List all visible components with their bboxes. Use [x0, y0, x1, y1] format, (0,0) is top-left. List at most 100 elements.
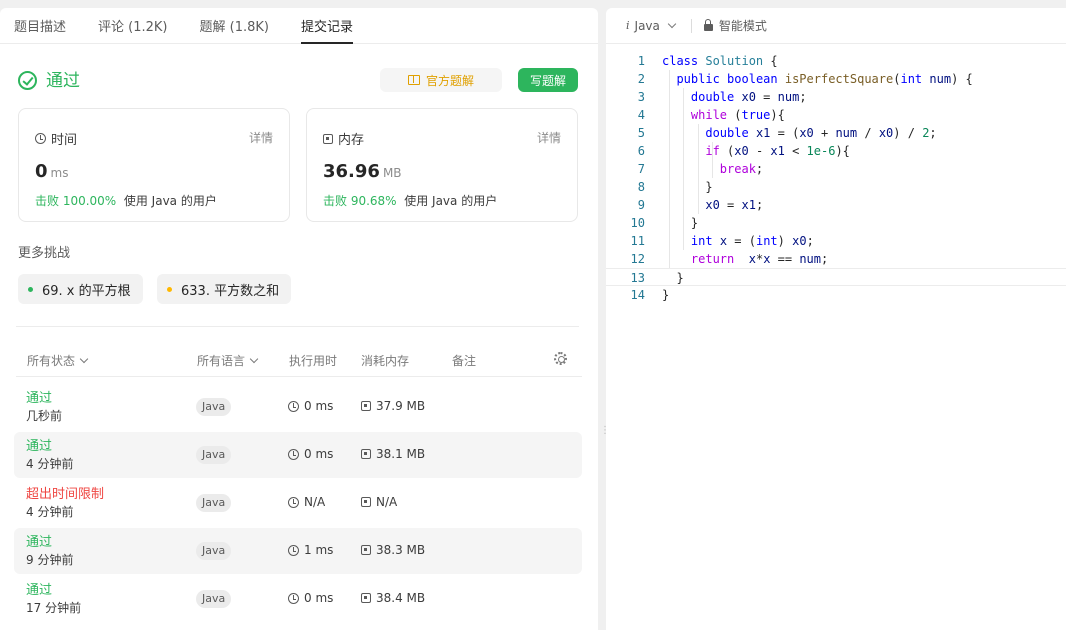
- submission-time: 4 分钟前: [26, 505, 74, 519]
- tab-solutions[interactable]: 题解 (1.8K): [200, 8, 269, 43]
- smart-mode-toggle[interactable]: 智能模式: [719, 17, 767, 34]
- line-number: 5: [637, 126, 645, 140]
- code-line: 1 class Solution {: [606, 52, 1066, 70]
- submission-status[interactable]: 通过: [26, 579, 52, 598]
- line-number: 8: [637, 180, 645, 194]
- code-line: 12 return x*x == num;: [606, 250, 1066, 268]
- official-solution-label: 官方题解: [425, 73, 474, 88]
- memory-detail-link[interactable]: 详情: [537, 129, 561, 146]
- difficulty-dot: [28, 286, 33, 292]
- code-line: 9 x0 = x1;: [606, 196, 1066, 214]
- code-editor-panel: i Java 智能模式 1 class Solution { 2 public bo…: [606, 8, 1066, 630]
- submission-status[interactable]: 通过: [26, 531, 52, 550]
- runtime-card-title: 时间: [51, 133, 78, 148]
- line-number: 13: [630, 271, 645, 285]
- indent-guide: [697, 124, 699, 214]
- line-number: 12: [630, 252, 645, 266]
- code-line: 4 while (true){: [606, 106, 1066, 124]
- runtime-card[interactable]: 时间 详情 0 ms 击败 100.00% 使用 Java 的用户: [18, 108, 290, 222]
- line-number: 4: [637, 108, 645, 122]
- code-line: 13 }: [606, 268, 1066, 286]
- table-row[interactable]: 通过 几秒前 Java 0 ms 37.9 MB: [14, 384, 582, 430]
- code-line: 6 if (x0 - x1 < 1e-6){: [606, 142, 1066, 160]
- clock-icon: [35, 133, 46, 144]
- language-badge: Java: [196, 494, 232, 512]
- result-header: 通过 官方题解 写题解: [18, 68, 578, 94]
- code-text: }: [662, 271, 684, 285]
- clock-icon: [288, 544, 299, 556]
- memory-column-header: 消耗内存: [361, 354, 410, 368]
- code-area[interactable]: 1 class Solution { 2 public boolean isPerf…: [606, 52, 1066, 304]
- code-line: 5 double x1 = (x0 + num / x0) / 2;: [606, 124, 1066, 142]
- line-number: 9: [637, 198, 645, 212]
- language-label: Java: [634, 18, 660, 33]
- table-row[interactable]: 通过 9 分钟前 Java 1 ms 38.3 MB: [14, 528, 582, 574]
- code-text: }: [662, 216, 699, 230]
- table-row[interactable]: 通过 4 分钟前 Java 0 ms 38.1 MB: [14, 432, 582, 478]
- divider: [16, 326, 579, 327]
- line-number: 2: [637, 72, 645, 86]
- chip-icon: [361, 401, 371, 411]
- challenge-link[interactable]: 69. x 的平方根: [18, 274, 143, 304]
- status-filter[interactable]: 所有状态: [27, 352, 89, 369]
- line-number: 3: [637, 90, 645, 104]
- language-filter[interactable]: 所有语言: [197, 352, 259, 369]
- resize-handle[interactable]: ⋮: [600, 426, 610, 446]
- memory-beat: 击败 90.68% 使用 Java 的用户: [323, 194, 498, 208]
- submission-time: 几秒前: [26, 409, 63, 423]
- code-text: int x = (int) x0;: [690, 234, 814, 248]
- code-line: 3 double x0 = num;: [606, 88, 1066, 106]
- chip-icon: [361, 449, 371, 459]
- gear-icon[interactable]: [554, 352, 567, 365]
- memory-cell: 37.9 MB: [361, 399, 425, 413]
- tab-comments[interactable]: 评论 (1.2K): [98, 8, 167, 43]
- code-text: double x1 = (x0 + num / x0) / 2;: [705, 126, 937, 140]
- code-text: if (x0 - x1 < 1e-6){: [705, 144, 850, 158]
- line-number: 6: [637, 144, 645, 158]
- memory-cell: N/A: [361, 495, 397, 509]
- clock-icon: [288, 448, 299, 460]
- submission-time: 9 分钟前: [26, 553, 74, 567]
- submission-status[interactable]: 超出时间限制: [26, 483, 104, 502]
- runtime-detail-link[interactable]: 详情: [249, 129, 273, 146]
- code-line: 14}: [606, 286, 1066, 304]
- divider: [690, 18, 692, 33]
- official-solution-button[interactable]: 官方题解: [380, 68, 502, 92]
- indent-guide: [669, 70, 670, 268]
- note-column-header: 备注: [452, 354, 477, 368]
- chevron-down-icon: [79, 354, 89, 364]
- submission-status[interactable]: 通过: [26, 387, 52, 406]
- table-row[interactable]: 通过 17 分钟前 Java 0 ms 38.4 MB: [14, 576, 582, 622]
- runtime-cell: 1 ms: [288, 543, 333, 557]
- tab-description[interactable]: 题目描述: [14, 8, 66, 43]
- line-number: 1: [637, 54, 645, 68]
- language-badge: Java: [196, 398, 232, 416]
- memory-card-title: 内存: [338, 133, 365, 148]
- write-solution-button[interactable]: 写题解: [518, 68, 578, 92]
- submission-time: 4 分钟前: [26, 457, 74, 471]
- code-text: class Solution {: [662, 54, 778, 68]
- code-line: 2 public boolean isPerfectSquare(int num…: [606, 70, 1066, 88]
- table-row[interactable]: 超出时间限制 4 分钟前 Java N/A N/A: [14, 480, 582, 526]
- submission-status[interactable]: 通过: [26, 435, 52, 454]
- line-number: 11: [630, 234, 645, 248]
- chevron-down-icon: [249, 354, 259, 364]
- tab-bar: 题目描述 评论 (1.2K) 题解 (1.8K) 提交记录: [0, 8, 598, 44]
- challenge-link[interactable]: 633. 平方数之和: [157, 274, 292, 304]
- chevron-down-icon: [667, 19, 677, 29]
- difficulty-dot: [167, 286, 172, 292]
- more-challenges-title: 更多挑战: [18, 246, 71, 261]
- language-select[interactable]: i Java: [626, 18, 677, 33]
- indent-guide: [712, 142, 714, 178]
- divider: [16, 376, 582, 377]
- runtime-cell: N/A: [288, 495, 325, 509]
- runtime-column-header: 执行用时: [289, 354, 338, 368]
- memory-cell: 38.1 MB: [361, 447, 425, 461]
- code-text: }: [662, 288, 670, 302]
- result-status: 通过: [46, 71, 80, 91]
- code-text: x0 = x1;: [705, 198, 764, 212]
- check-circle-icon: [18, 71, 37, 90]
- memory-card[interactable]: 内存 详情 36.96 MB 击败 90.68% 使用 Java 的用户: [306, 108, 578, 222]
- tab-submissions[interactable]: 提交记录: [300, 8, 354, 44]
- info-icon: i: [626, 19, 630, 32]
